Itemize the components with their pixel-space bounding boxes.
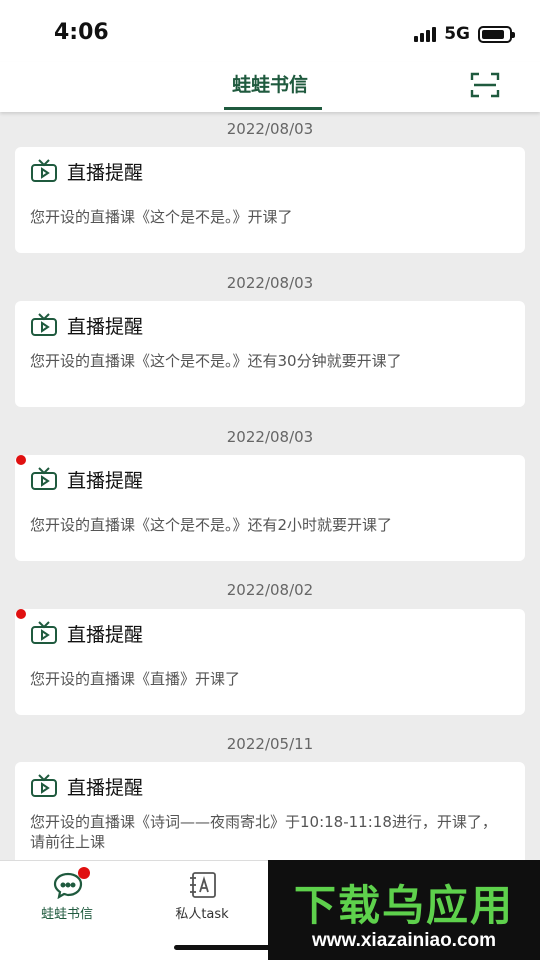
battery-icon: [478, 25, 515, 43]
tab-label: 蛙蛙书信: [40, 907, 93, 922]
notification-list[interactable]: 2022/08/03 直播提醒 您开设的直播课《这个是不是。》开课了 2022/…: [0, 112, 540, 860]
live-tv-icon: [31, 467, 57, 490]
card-message: 您开设的直播课《这个是不是。》开课了: [30, 208, 293, 226]
live-tv-icon: [31, 621, 57, 644]
card-title: 直播提醒: [67, 162, 144, 184]
task-icon: [190, 872, 216, 898]
notification-card[interactable]: 直播提醒 您开设的直播课《这个是不是。》还有2小时就要开课了: [15, 455, 525, 561]
notification-card[interactable]: 直播提醒 您开设的直播课《诗词——夜雨寄北》于10:18-11:18进行，开课了…: [15, 762, 525, 860]
watermark-logo: 下载乌应用: [293, 881, 514, 930]
card-title: 直播提醒: [67, 777, 144, 799]
date-label: 2022/08/03: [226, 274, 314, 292]
live-tv-icon: [31, 774, 57, 797]
watermark-url: www.xiazainiao.com: [311, 930, 497, 951]
tab-label: 私人task: [175, 907, 229, 922]
status-time: 4:06: [54, 20, 109, 45]
notification-card[interactable]: 直播提醒 您开设的直播课《这个是不是。》还有30分钟就要开课了: [15, 301, 525, 407]
date-label: 2022/08/02: [226, 581, 314, 599]
tab-badge: [78, 867, 90, 879]
notification-card[interactable]: 直播提醒 您开设的直播课《直播》开课了: [15, 609, 525, 715]
card-message: 您开设的直播课《诗词——夜雨寄北》于10:18-11:18进行，开课了，请前往上…: [30, 813, 497, 851]
date-label: 2022/05/11: [226, 735, 314, 753]
signal-icon: [414, 26, 437, 42]
card-title: 直播提醒: [67, 624, 144, 646]
page-title[interactable]: 蛙蛙书信: [0, 70, 540, 97]
status-indicators: 5G: [414, 24, 515, 44]
title-underline: [224, 107, 322, 110]
live-tv-icon: [31, 159, 57, 182]
status-bar: 4:06 5G: [0, 0, 540, 62]
card-message: 您开设的直播课《这个是不是。》还有2小时就要开课了: [30, 516, 393, 534]
tab-letters[interactable]: 蛙蛙书信: [2, 861, 132, 931]
scan-icon[interactable]: [470, 72, 500, 98]
date-label: 2022/08/03: [226, 428, 314, 446]
live-tv-icon: [31, 313, 57, 336]
unread-dot: [16, 609, 26, 619]
card-message: 您开设的直播课《直播》开课了: [30, 670, 241, 688]
card-title: 直播提醒: [67, 316, 144, 338]
header: 蛙蛙书信: [0, 62, 540, 112]
unread-dot: [16, 455, 26, 465]
notification-card[interactable]: 直播提醒 您开设的直播课《这个是不是。》开课了: [15, 147, 525, 253]
tab-private-task[interactable]: 私人task: [137, 861, 267, 931]
date-label: 2022/08/03: [226, 120, 314, 138]
network-type: 5G: [444, 24, 470, 44]
card-title: 直播提醒: [67, 470, 144, 492]
card-message: 您开设的直播课《这个是不是。》还有30分钟就要开课了: [30, 352, 402, 370]
watermark: 下载乌应用 www.xiazainiao.com: [268, 860, 540, 960]
